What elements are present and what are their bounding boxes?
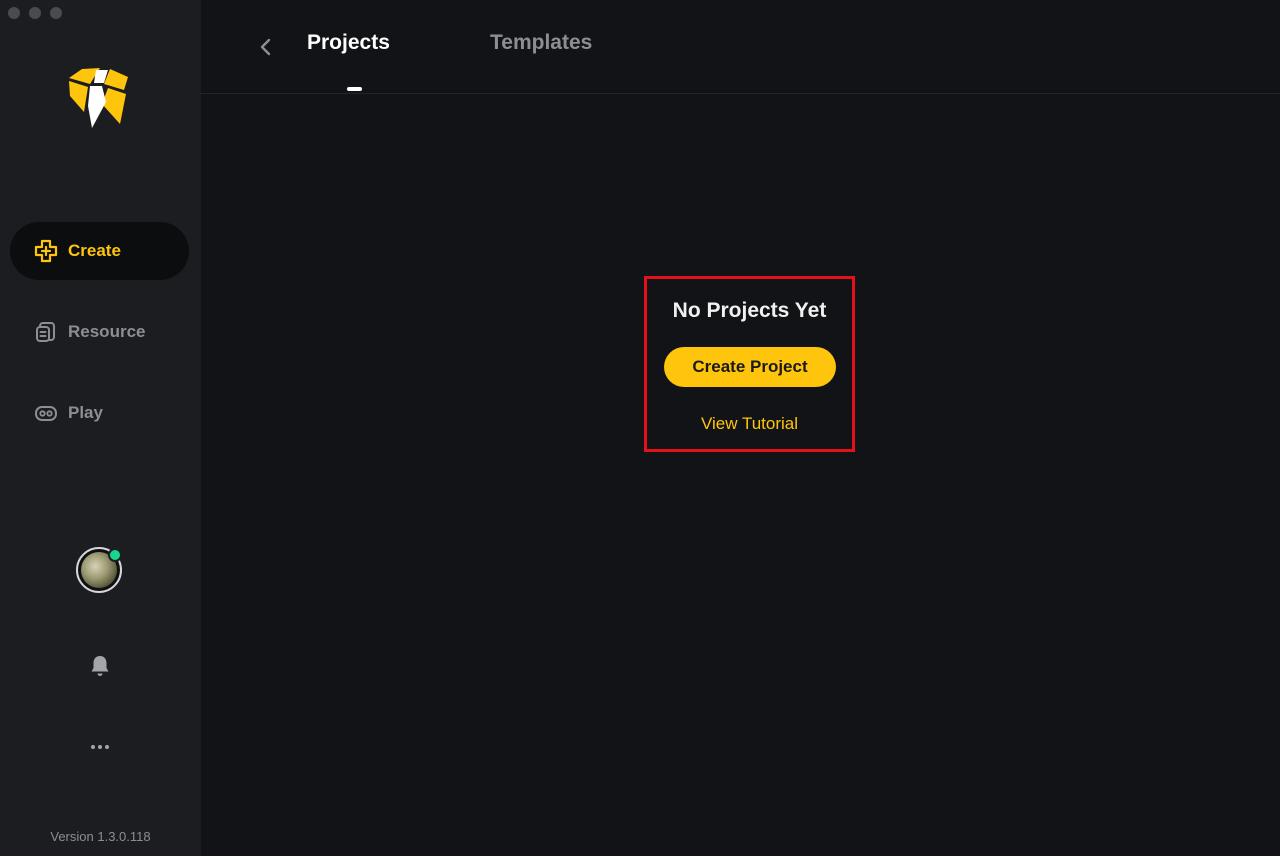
top-bar: Projects Templates bbox=[201, 0, 1280, 94]
tab-templates[interactable]: Templates bbox=[490, 31, 592, 55]
app-logo-icon bbox=[66, 66, 134, 132]
active-tab-indicator bbox=[347, 87, 362, 91]
minimize-window-button[interactable] bbox=[29, 7, 41, 19]
more-dots-icon[interactable] bbox=[86, 735, 114, 759]
sidebar-item-play[interactable]: Play bbox=[10, 384, 189, 442]
resource-icon bbox=[34, 320, 58, 344]
main-content: Projects Templates No Projects Yet Creat… bbox=[201, 0, 1280, 856]
empty-state-title: No Projects Yet bbox=[672, 299, 827, 322]
online-status-dot bbox=[108, 548, 122, 562]
user-avatar[interactable] bbox=[76, 547, 124, 595]
bell-icon[interactable] bbox=[87, 653, 113, 679]
tab-projects[interactable]: Projects bbox=[307, 31, 390, 55]
sidebar-item-resource[interactable]: Resource bbox=[10, 303, 189, 361]
sidebar: Create Resource Play Version 1.3.0.118 bbox=[0, 0, 201, 856]
sidebar-item-label: Create bbox=[68, 241, 121, 260]
create-project-button[interactable]: Create Project bbox=[664, 347, 836, 387]
zoom-window-button[interactable] bbox=[50, 7, 62, 19]
version-label: Version 1.3.0.118 bbox=[50, 829, 151, 844]
sidebar-item-create[interactable]: Create bbox=[10, 222, 189, 280]
close-window-button[interactable] bbox=[8, 7, 20, 19]
view-tutorial-link[interactable]: View Tutorial bbox=[647, 414, 852, 434]
window-traffic-lights bbox=[8, 7, 62, 19]
gamepad-icon bbox=[34, 401, 58, 425]
sidebar-item-label: Resource bbox=[68, 322, 146, 341]
app-window: Create Resource Play Version 1.3.0.118 P… bbox=[0, 0, 1280, 856]
create-plus-icon bbox=[34, 239, 58, 263]
chevron-left-icon[interactable] bbox=[255, 36, 277, 58]
sidebar-item-label: Play bbox=[68, 403, 103, 422]
empty-state-panel: No Projects Yet Create Project View Tuto… bbox=[644, 276, 855, 452]
